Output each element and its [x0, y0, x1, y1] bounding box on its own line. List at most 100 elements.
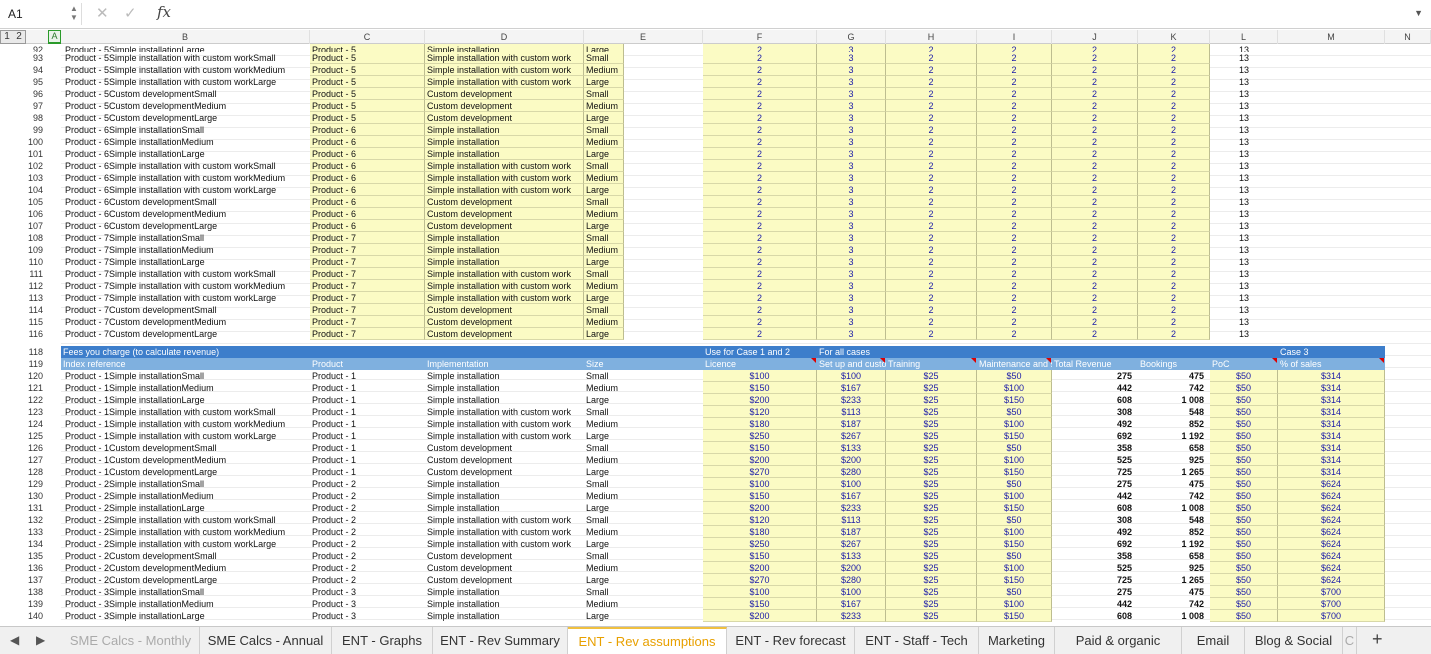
- cell-B[interactable]: Product - 2Simple installation with cust…: [61, 514, 310, 526]
- cell-I[interactable]: $150: [977, 538, 1052, 550]
- cell-G[interactable]: $187: [817, 526, 886, 538]
- add-sheet-button[interactable]: +: [1372, 629, 1383, 650]
- cell-J[interactable]: 2: [1052, 232, 1138, 244]
- cell-I[interactable]: 2: [977, 256, 1052, 268]
- cell-J[interactable]: 2: [1052, 292, 1138, 304]
- cell-G[interactable]: $267: [817, 430, 886, 442]
- cell-F[interactable]: 2: [703, 76, 817, 88]
- sheet-tab[interactable]: Blog & Social: [1245, 627, 1343, 654]
- cell-C[interactable]: Product - 5: [310, 64, 425, 76]
- cell-I[interactable]: $150: [977, 394, 1052, 406]
- cell-C[interactable]: Product - 7: [310, 316, 425, 328]
- sheet-tab[interactable]: ENT - Rev assumptions: [568, 627, 727, 654]
- cell-D[interactable]: Custom development: [425, 304, 584, 316]
- cell-C[interactable]: Product - 1: [310, 442, 425, 454]
- cell-E[interactable]: Large: [584, 328, 624, 340]
- cell-H[interactable]: 2: [886, 316, 977, 328]
- row-header[interactable]: 101: [0, 148, 48, 160]
- cell-E[interactable]: Medium: [584, 100, 624, 112]
- cell-J[interactable]: 2: [1052, 184, 1138, 196]
- cell-B[interactable]: Product - 5Custom developmentSmall: [61, 88, 310, 100]
- cell-F[interactable]: 2: [703, 268, 817, 280]
- cell-F[interactable]: 2: [703, 244, 817, 256]
- cell-K[interactable]: 1 008: [1138, 502, 1210, 514]
- cell-F[interactable]: 2: [703, 220, 817, 232]
- cell-D[interactable]: Custom development: [425, 100, 584, 112]
- cell-I[interactable]: $100: [977, 562, 1052, 574]
- cell-H[interactable]: $25: [886, 562, 977, 574]
- cell-F[interactable]: $200: [703, 502, 817, 514]
- cell-L[interactable]: 13: [1210, 268, 1278, 280]
- cell-C[interactable]: Product - 3: [310, 610, 425, 622]
- cell-G[interactable]: $100: [817, 586, 886, 598]
- cell-E[interactable]: Large: [584, 76, 624, 88]
- cell-C[interactable]: Product - 7: [310, 256, 425, 268]
- cell-H[interactable]: 2: [886, 244, 977, 256]
- cell-D[interactable]: Simple installation with custom work: [425, 430, 584, 442]
- cell-G[interactable]: 3: [817, 124, 886, 136]
- cell-J[interactable]: 2: [1052, 268, 1138, 280]
- cell-G[interactable]: $233: [817, 610, 886, 622]
- cell-F[interactable]: $100: [703, 478, 817, 490]
- row-header[interactable]: 92: [0, 44, 48, 52]
- cell-K[interactable]: 2: [1138, 244, 1210, 256]
- cell-I[interactable]: 2: [977, 64, 1052, 76]
- cell-B[interactable]: Product - 6Simple installationMedium: [61, 136, 310, 148]
- cell-G[interactable]: 3: [817, 244, 886, 256]
- cell-L[interactable]: $50: [1210, 514, 1278, 526]
- cell-K[interactable]: 2: [1138, 52, 1210, 64]
- cell-I[interactable]: $100: [977, 490, 1052, 502]
- cell-K[interactable]: 1 008: [1138, 394, 1210, 406]
- cell-H[interactable]: 2: [886, 256, 977, 268]
- cell-G[interactable]: 3: [817, 304, 886, 316]
- sheet-tab[interactable]: Marketing: [979, 627, 1055, 654]
- cell-M[interactable]: $700: [1278, 586, 1385, 598]
- cell-K[interactable]: 2: [1138, 280, 1210, 292]
- cell-E[interactable]: Small: [584, 406, 703, 418]
- cell-D[interactable]: Simple installation: [425, 232, 584, 244]
- cell-G[interactable]: 3: [817, 292, 886, 304]
- cell-J[interactable]: 2: [1052, 136, 1138, 148]
- row-header[interactable]: 104: [0, 184, 48, 196]
- cell-I[interactable]: $100: [977, 382, 1052, 394]
- cell-B[interactable]: Product - 7Simple installationSmall: [61, 232, 310, 244]
- cell-L[interactable]: 13: [1210, 196, 1278, 208]
- cell-L[interactable]: $50: [1210, 478, 1278, 490]
- cell-K[interactable]: 1 265: [1138, 574, 1210, 586]
- cell-M[interactable]: $700: [1278, 610, 1385, 622]
- cell-F[interactable]: 2: [703, 160, 817, 172]
- row-header[interactable]: 122: [0, 394, 48, 406]
- cell-F[interactable]: 2: [703, 232, 817, 244]
- cell-L[interactable]: $50: [1210, 538, 1278, 550]
- cell-B[interactable]: Product - 2Simple installationSmall: [61, 478, 310, 490]
- cell-E[interactable]: Large: [584, 502, 703, 514]
- cell-H[interactable]: $25: [886, 550, 977, 562]
- cell-F[interactable]: 2: [703, 196, 817, 208]
- cell-E[interactable]: Large: [584, 394, 703, 406]
- cell-K[interactable]: 925: [1138, 454, 1210, 466]
- cell-J[interactable]: 608: [1052, 610, 1138, 622]
- comment-indicator-icon[interactable]: [1046, 358, 1051, 363]
- cell-M[interactable]: $314: [1278, 406, 1385, 418]
- cell-G[interactable]: 3: [817, 44, 886, 52]
- cell-H[interactable]: 2: [886, 220, 977, 232]
- cell-I[interactable]: $150: [977, 502, 1052, 514]
- cell-I[interactable]: 2: [977, 52, 1052, 64]
- cell-G[interactable]: $167: [817, 382, 886, 394]
- cell-C[interactable]: Product - 6: [310, 184, 425, 196]
- cell-G[interactable]: $133: [817, 550, 886, 562]
- cell-F[interactable]: $200: [703, 454, 817, 466]
- cell-E[interactable]: Small: [584, 514, 703, 526]
- cell-B[interactable]: Product - 6Simple installation with cust…: [61, 160, 310, 172]
- cell-H[interactable]: 2: [886, 232, 977, 244]
- cell-H[interactable]: $25: [886, 502, 977, 514]
- row-header[interactable]: 95: [0, 76, 48, 88]
- cell-K[interactable]: 2: [1138, 124, 1210, 136]
- cell-I[interactable]: $100: [977, 598, 1052, 610]
- cell-J[interactable]: 2: [1052, 220, 1138, 232]
- row-header[interactable]: 121: [0, 382, 48, 394]
- cell-F[interactable]: 2: [703, 208, 817, 220]
- cell-H[interactable]: $25: [886, 370, 977, 382]
- cell-J[interactable]: 525: [1052, 454, 1138, 466]
- cell-G[interactable]: 3: [817, 112, 886, 124]
